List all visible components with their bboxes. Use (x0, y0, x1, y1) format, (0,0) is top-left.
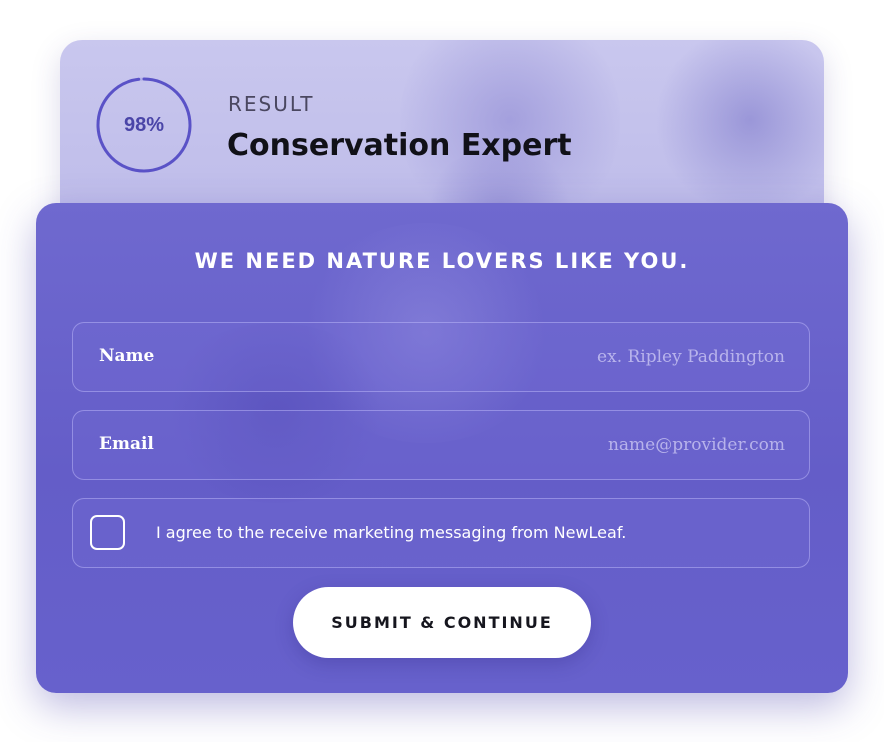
result-title: Conservation Expert (227, 128, 572, 163)
name-input[interactable] (385, 323, 785, 390)
consent-checkbox[interactable] (90, 515, 125, 550)
email-input[interactable] (385, 411, 785, 478)
email-field[interactable]: Email (72, 410, 810, 480)
consent-text: I agree to the receive marketing messagi… (156, 523, 627, 542)
background-photo-shape (650, 40, 824, 210)
email-label: Email (99, 434, 154, 454)
form-headline: WE NEED NATURE LOVERS LIKE YOU. (194, 249, 690, 273)
name-label: Name (99, 346, 155, 366)
consent-field[interactable]: I agree to the receive marketing messagi… (72, 498, 810, 568)
score-ring: 98% (94, 75, 194, 175)
name-field[interactable]: Name (72, 322, 810, 392)
score-percentage: 98% (123, 113, 165, 136)
signup-form-card: WE NEED NATURE LOVERS LIKE YOU. Name Ema… (36, 203, 848, 693)
result-label: RESULT (228, 92, 315, 116)
submit-continue-button[interactable]: SUBMIT & CONTINUE (293, 587, 591, 658)
page: 98% RESULT Conservation Expert WE NEED N… (0, 0, 884, 742)
